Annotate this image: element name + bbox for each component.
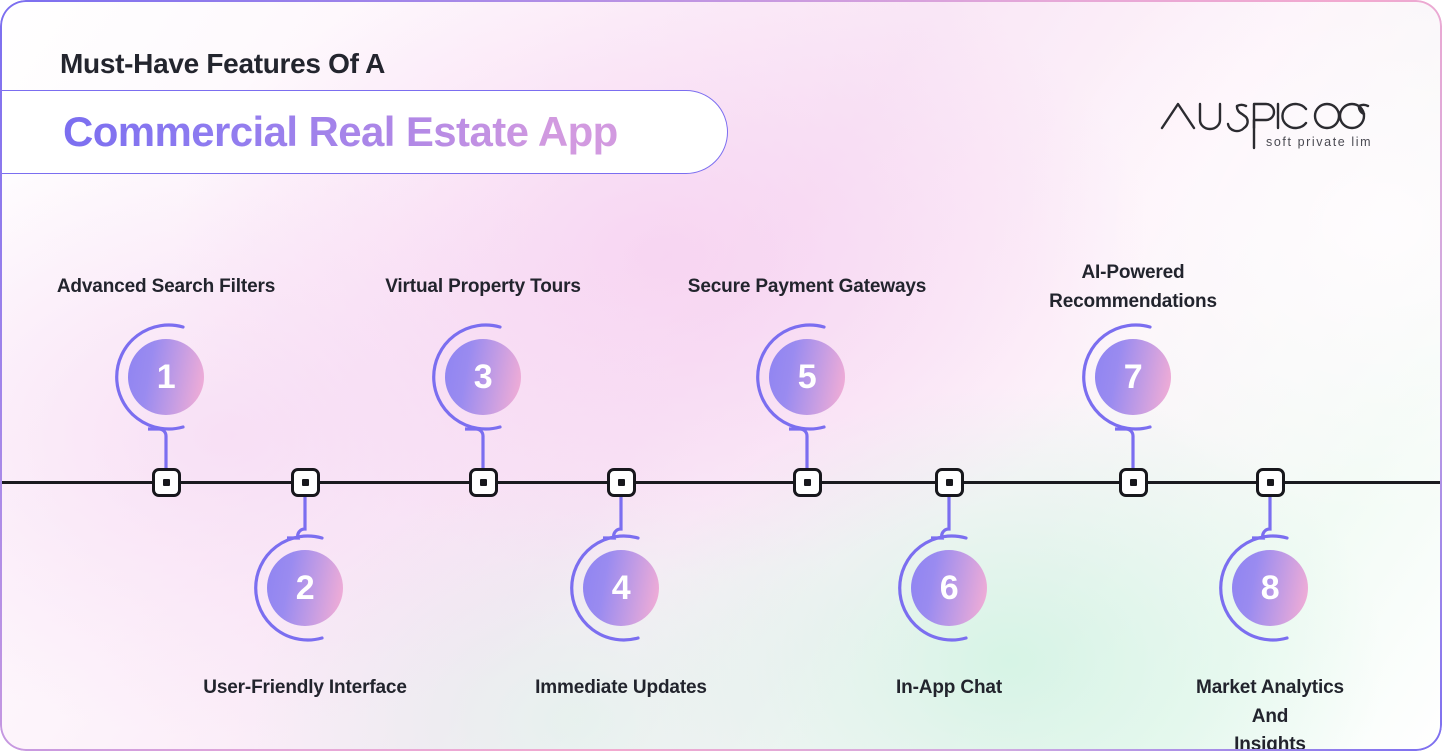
node-label-6: In-App Chat [896, 677, 1002, 698]
node-number: 6 [939, 569, 959, 607]
svg-text:soft private limited: soft private limited [1266, 135, 1370, 149]
axis-marker-dot [162, 479, 170, 486]
node-label-4: Immediate Updates [535, 677, 707, 698]
axis-marker-1[interactable] [151, 468, 181, 497]
node-label-8: Market Analytics And Insights [1196, 677, 1344, 751]
axis-marker-dot [1129, 479, 1137, 486]
node-number: 7 [1123, 358, 1143, 396]
node-number: 1 [156, 358, 176, 396]
title-pill: Commercial Real Estate App [0, 90, 728, 174]
node-label-7: AI-Powered Recommendations [1049, 262, 1217, 312]
axis-marker-dot [301, 479, 309, 486]
node-bubble-8[interactable]: 8 [1232, 550, 1308, 626]
axis-marker-dot [803, 479, 811, 486]
page-title: Commercial Real Estate App [63, 108, 618, 155]
node-label-1: Advanced Search Filters [56, 276, 276, 297]
node-bubble-3[interactable]: 3 [445, 339, 521, 415]
axis-marker-dot [617, 479, 625, 486]
axis-marker-7[interactable] [1118, 468, 1148, 497]
timeline-axis [0, 481, 1442, 484]
axis-marker-2[interactable] [290, 468, 320, 497]
node-label-5: Secure Payment Gateways [687, 276, 927, 297]
node-bubble-4[interactable]: 4 [583, 550, 659, 626]
axis-marker-dot [1266, 479, 1274, 486]
node-label-2: User-Friendly Interface [203, 677, 407, 698]
node-bubble-6[interactable]: 6 [911, 550, 987, 626]
axis-marker-4[interactable] [606, 468, 636, 497]
node-number: 4 [611, 569, 631, 607]
node-bubble-7[interactable]: 7 [1095, 339, 1171, 415]
node-number: 5 [797, 358, 817, 396]
node-bubble-5[interactable]: 5 [769, 339, 845, 415]
axis-marker-dot [945, 479, 953, 486]
node-number: 8 [1260, 569, 1280, 607]
node-label-3: Virtual Property Tours [385, 276, 581, 297]
page-kicker: Must-Have Features Of A [60, 48, 386, 79]
axis-marker-8[interactable] [1255, 468, 1285, 497]
auspicious-logo: soft private limited [1160, 98, 1370, 154]
node-number: 2 [295, 569, 315, 607]
infographic-card: Must-Have Features Of A Commercial Real … [0, 0, 1442, 751]
node-bubble-2[interactable]: 2 [267, 550, 343, 626]
axis-marker-dot [479, 479, 487, 486]
axis-marker-6[interactable] [934, 468, 964, 497]
axis-marker-5[interactable] [792, 468, 822, 497]
axis-marker-3[interactable] [468, 468, 498, 497]
node-number: 3 [473, 358, 493, 396]
node-bubble-1[interactable]: 1 [128, 339, 204, 415]
